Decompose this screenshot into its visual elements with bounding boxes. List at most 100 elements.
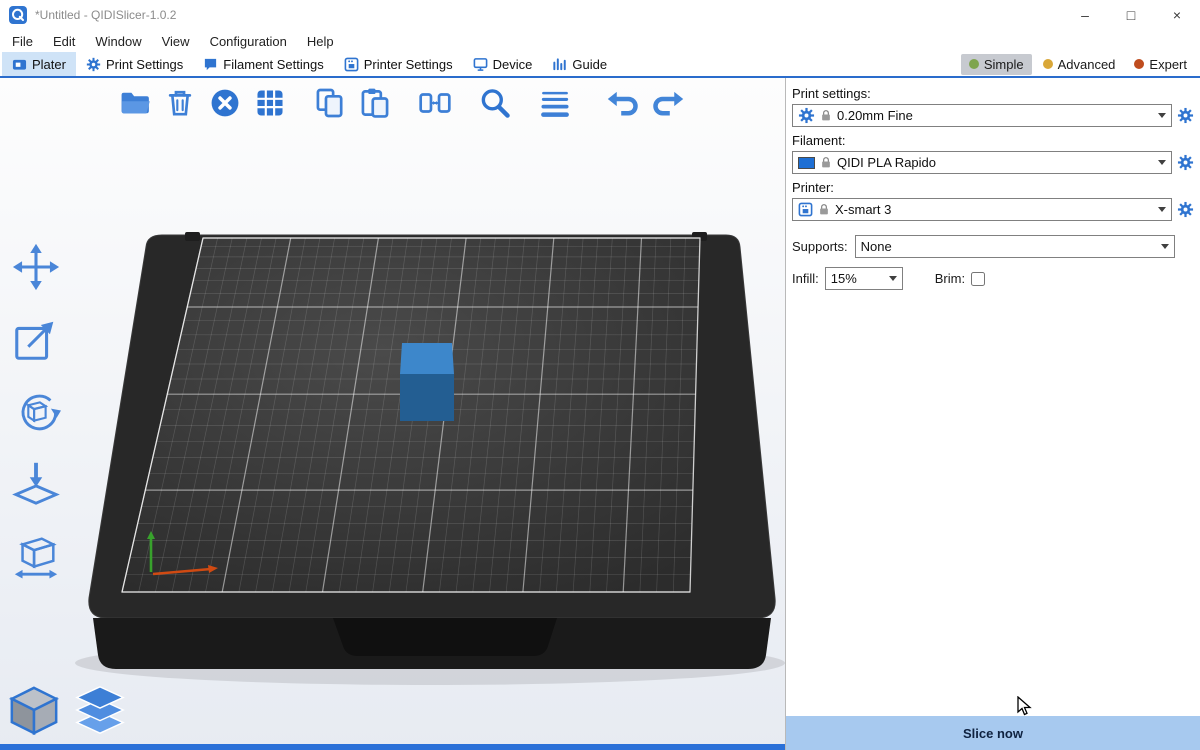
lock-icon (818, 203, 830, 216)
settings-panel: Print settings: 0.20mm Fine Filament: QI… (785, 78, 1200, 750)
print-settings-label: Print settings: (792, 86, 1196, 101)
split-icon[interactable] (416, 84, 454, 122)
supports-value: None (861, 239, 892, 254)
slice-now-button[interactable]: Slice now (786, 716, 1200, 750)
advanced-mode-dot (1043, 59, 1053, 69)
cut-tool-icon[interactable] (10, 529, 62, 581)
filament-icon (203, 57, 218, 72)
copy-icon[interactable] (311, 84, 349, 122)
mode-label: Advanced (1058, 57, 1116, 72)
layer-height-icon[interactable] (536, 84, 574, 122)
gizmo-toolbar (10, 241, 62, 581)
tab-filament-settings[interactable]: Filament Settings (193, 52, 333, 76)
print-settings-value: 0.20mm Fine (837, 108, 913, 123)
chevron-down-icon (1158, 113, 1166, 118)
menu-configuration[interactable]: Configuration (200, 34, 297, 49)
undo-icon[interactable] (604, 84, 642, 122)
mode-selector: Simple Advanced Expert (961, 52, 1200, 76)
plater-icon (12, 57, 27, 72)
printer-label: Printer: (792, 180, 1196, 195)
viewport-bottom-bar (0, 744, 785, 750)
mode-expert[interactable]: Expert (1126, 54, 1195, 75)
chevron-down-icon (1161, 244, 1169, 249)
supports-combo[interactable]: None (855, 235, 1175, 258)
brim-label: Brim: (935, 271, 965, 286)
tab-printer-settings[interactable]: Printer Settings (334, 52, 463, 76)
minimize-button[interactable]: – (1062, 0, 1108, 30)
menu-edit[interactable]: Edit (43, 34, 85, 49)
tab-plater[interactable]: Plater (2, 52, 76, 76)
top-toolbar (116, 84, 687, 122)
tab-label: Plater (32, 57, 66, 72)
menu-file[interactable]: File (2, 34, 43, 49)
search-icon[interactable] (476, 84, 514, 122)
close-button[interactable]: × (1154, 0, 1200, 30)
chevron-down-icon (1158, 160, 1166, 165)
main-area: Print settings: 0.20mm Fine Filament: QI… (0, 78, 1200, 750)
mode-advanced[interactable]: Advanced (1035, 54, 1124, 75)
open-folder-icon[interactable] (116, 84, 154, 122)
brim-checkbox[interactable] (971, 272, 985, 286)
printer-value: X-smart 3 (835, 202, 891, 217)
tab-label: Print Settings (106, 57, 183, 72)
menu-view[interactable]: View (152, 34, 200, 49)
chevron-down-icon (1158, 207, 1166, 212)
edit-print-settings-button[interactable] (1174, 107, 1196, 124)
tab-label: Guide (572, 57, 607, 72)
edit-filament-button[interactable] (1174, 154, 1196, 171)
titlebar: *Untitled - QIDISlicer-1.0.2 – □ × (0, 0, 1200, 30)
mode-label: Simple (984, 57, 1024, 72)
scale-tool-icon[interactable] (10, 313, 62, 365)
edit-printer-button[interactable] (1174, 201, 1196, 218)
supports-label: Supports: (792, 239, 848, 254)
lock-icon (820, 109, 832, 122)
tab-label: Printer Settings (364, 57, 453, 72)
lock-icon (820, 156, 832, 169)
simple-mode-dot (969, 59, 979, 69)
menu-help[interactable]: Help (297, 34, 344, 49)
tabbar: Plater Print Settings Filament Settings … (0, 52, 1200, 78)
editor-3d-view-icon[interactable] (6, 682, 62, 738)
maximize-button[interactable]: □ (1108, 0, 1154, 30)
gear-icon (798, 107, 815, 124)
menubar: File Edit Window View Configuration Help (0, 30, 1200, 52)
view-toolbar (6, 682, 128, 738)
chevron-down-icon (889, 276, 897, 281)
printer-icon (344, 57, 359, 72)
preview-layers-icon[interactable] (72, 682, 128, 738)
filament-label: Filament: (792, 133, 1196, 148)
tab-label: Device (493, 57, 533, 72)
printer-icon (798, 202, 813, 217)
print-bed-scene (0, 78, 785, 744)
mode-label: Expert (1149, 57, 1187, 72)
infill-value: 15% (831, 271, 857, 286)
place-on-face-tool-icon[interactable] (10, 457, 62, 509)
move-tool-icon[interactable] (10, 241, 62, 293)
guide-icon (552, 57, 567, 72)
mode-simple[interactable]: Simple (961, 54, 1032, 75)
tab-print-settings[interactable]: Print Settings (76, 52, 193, 76)
expert-mode-dot (1134, 59, 1144, 69)
tray-handle (333, 618, 557, 656)
menu-window[interactable]: Window (85, 34, 151, 49)
delete-all-icon[interactable] (206, 84, 244, 122)
redo-icon[interactable] (649, 84, 687, 122)
filament-value: QIDI PLA Rapido (837, 155, 936, 170)
filament-combo[interactable]: QIDI PLA Rapido (792, 151, 1172, 174)
window-controls: – □ × (1062, 0, 1200, 30)
gear-icon (86, 57, 101, 72)
infill-combo[interactable]: 15% (825, 267, 903, 290)
delete-icon[interactable] (161, 84, 199, 122)
arrange-icon[interactable] (251, 84, 289, 122)
tab-guide[interactable]: Guide (542, 52, 617, 76)
model-cube[interactable] (400, 343, 454, 421)
tab-device[interactable]: Device (463, 52, 543, 76)
print-settings-combo[interactable]: 0.20mm Fine (792, 104, 1172, 127)
app-logo-icon (9, 6, 27, 24)
viewport-3d[interactable] (0, 78, 785, 750)
rotate-tool-icon[interactable] (10, 385, 62, 437)
printer-combo[interactable]: X-smart 3 (792, 198, 1172, 221)
infill-label: Infill: (792, 271, 819, 286)
window-title: *Untitled - QIDISlicer-1.0.2 (35, 8, 176, 22)
paste-icon[interactable] (356, 84, 394, 122)
